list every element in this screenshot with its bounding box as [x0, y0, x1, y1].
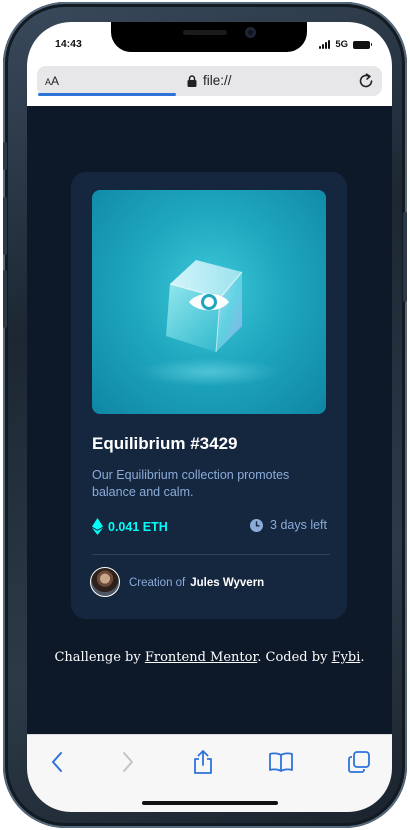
author-link[interactable]: Fybi — [332, 650, 361, 665]
text-size-large-label: A — [51, 74, 60, 88]
home-indicator[interactable] — [142, 801, 278, 805]
forward-button[interactable] — [113, 747, 143, 777]
back-icon — [52, 752, 62, 772]
page-load-progress — [38, 93, 176, 96]
nft-description: Our Equilibrium collection promotes bala… — [92, 468, 290, 499]
attribution-middle: . Coded by — [257, 650, 332, 665]
card-divider — [92, 554, 330, 555]
status-time: 14:43 — [55, 38, 82, 50]
action-button — [3, 142, 7, 170]
creator: Creation of Jules Wyvern — [90, 567, 264, 597]
front-camera — [245, 27, 256, 38]
avatar — [90, 567, 120, 597]
browser-toolbar — [27, 734, 392, 812]
time-left: 3 days left — [250, 518, 327, 532]
web-page: Equilibrium #3429 Our Equilibrium collec… — [27, 106, 392, 734]
creator-label: Creation of — [129, 577, 186, 589]
clock-icon — [250, 518, 264, 532]
status-bar: 14:43 5G — [27, 22, 392, 66]
creator-name-link[interactable]: Jules Wyvern — [190, 577, 264, 589]
phone-frame: 14:43 5G AA file:// Equilibrium #3429 Ou… — [3, 2, 407, 828]
power-button — [403, 212, 407, 302]
network-label: 5G — [335, 39, 348, 50]
back-button[interactable] — [42, 747, 72, 777]
url-text: file:// — [203, 73, 232, 88]
tabs-icon — [348, 751, 370, 773]
price-value: 0.041 ETH — [108, 519, 168, 534]
signal-icon — [319, 40, 331, 49]
volume-up-button — [3, 197, 7, 255]
notch — [111, 22, 307, 52]
browser-address-area: AA file:// — [27, 66, 392, 106]
attribution-prefix: Challenge by — [54, 650, 145, 665]
tabs-button[interactable] — [344, 747, 374, 777]
reload-icon[interactable] — [356, 71, 376, 91]
eye-icon — [189, 293, 229, 311]
share-button[interactable] — [188, 747, 218, 777]
address-bar[interactable]: AA file:// — [37, 66, 382, 96]
speaker-grille — [183, 30, 227, 35]
nft-card: Equilibrium #3429 Our Equilibrium collec… — [71, 172, 347, 619]
bookmarks-button[interactable] — [266, 747, 296, 777]
nft-title[interactable]: Equilibrium #3429 — [92, 434, 238, 454]
nft-image[interactable] — [92, 190, 326, 414]
status-indicators: 5G — [319, 39, 372, 50]
attribution: Challenge by Frontend Mentor. Coded by F… — [27, 650, 392, 665]
creator-text: Creation of Jules Wyvern — [129, 573, 264, 591]
ethereum-icon — [92, 518, 103, 535]
price: 0.041 ETH — [92, 518, 168, 535]
forward-icon — [123, 752, 133, 772]
text-size-button[interactable]: AA — [45, 74, 59, 88]
volume-down-button — [3, 270, 7, 328]
bookmarks-icon — [269, 752, 293, 772]
phone-screen: 14:43 5G AA file:// Equilibrium #3429 Ou… — [27, 22, 392, 812]
share-icon — [194, 750, 212, 774]
frontend-mentor-link[interactable]: Frontend Mentor — [145, 650, 257, 665]
battery-icon — [353, 40, 372, 49]
time-left-text: 3 days left — [270, 518, 327, 532]
attribution-suffix: . — [360, 650, 365, 665]
lock-icon — [187, 74, 197, 87]
url-display[interactable]: file:// — [187, 73, 232, 88]
